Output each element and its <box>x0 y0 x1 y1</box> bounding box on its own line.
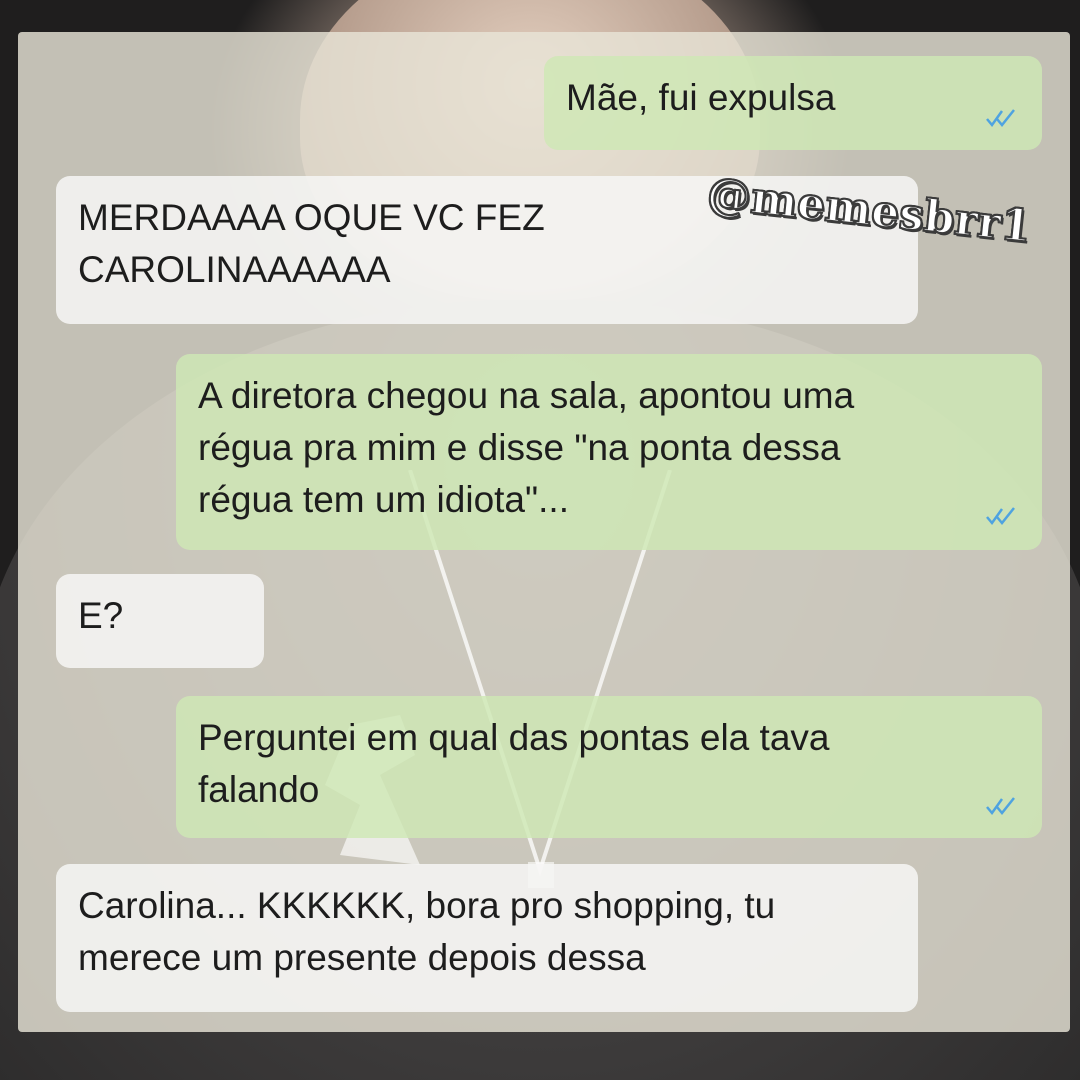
message-bubble-outgoing[interactable]: Mãe, fui expulsa <box>544 56 1042 150</box>
message-bubble-incoming[interactable]: E? <box>56 574 264 668</box>
double-check-icon <box>986 797 1015 816</box>
message-bubble-incoming[interactable]: Carolina... KKKKKK, bora pro shopping, t… <box>56 864 918 1012</box>
meme-canvas: Mãe, fui expulsa MERDAAAA OQUE VC FEZ CA… <box>0 0 1080 1080</box>
message-bubble-outgoing[interactable]: Perguntei em qual das pontas ela tava fa… <box>176 696 1042 838</box>
double-check-icon <box>986 507 1015 526</box>
message-text: Perguntei em qual das pontas ela tava fa… <box>198 717 830 810</box>
message-text: Mãe, fui expulsa <box>566 77 836 118</box>
message-bubble-outgoing[interactable]: A diretora chegou na sala, apontou uma r… <box>176 354 1042 550</box>
message-text: Carolina... KKKKKK, bora pro shopping, t… <box>78 885 776 978</box>
message-text: A diretora chegou na sala, apontou uma r… <box>198 375 855 520</box>
message-text: E? <box>78 595 124 636</box>
double-check-icon <box>986 109 1015 128</box>
